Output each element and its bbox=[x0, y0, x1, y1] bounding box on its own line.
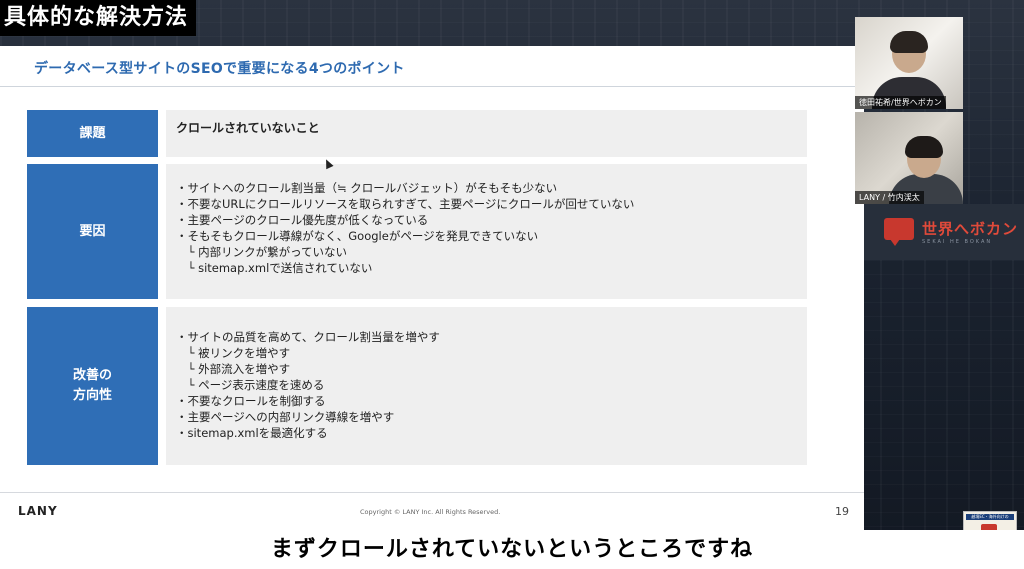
row-line: クロールされていないこと bbox=[176, 121, 320, 135]
row-line: └ 内部リンクが繋がっていない bbox=[176, 245, 348, 259]
row-line: ・主要ページへの内部リンク導線を増やす bbox=[176, 410, 395, 424]
promo-heading: 越境EC・海外向けの bbox=[966, 514, 1014, 520]
participant-tile[interactable]: 徳田祐希/世界へボカン bbox=[855, 17, 963, 109]
slide-page-number: 19 bbox=[835, 505, 849, 518]
title-divider bbox=[0, 86, 864, 87]
row-line: └ sitemap.xmlで送信されていない bbox=[176, 261, 373, 275]
participant-tile[interactable]: LANY / 竹内渓太 bbox=[855, 112, 963, 204]
slide-copyright: Copyright © LANY Inc. All Rights Reserve… bbox=[360, 508, 501, 516]
row-body: ・サイトへのクロール割当量（≒ クロールバジェット）がそもそも少ない ・不要なU… bbox=[166, 164, 807, 299]
row-body: クロールされていないこと bbox=[166, 110, 807, 157]
row-label: 改善の 方向性 bbox=[27, 307, 158, 465]
participant-name: LANY / 竹内渓太 bbox=[855, 191, 924, 204]
row-line: ・sitemap.xmlを最適化する bbox=[176, 426, 328, 440]
slide-brand: LANY bbox=[18, 504, 58, 518]
row-line: ・不要なURLにクロールリソースを取られすぎて、主要ページにクロールが回せていな… bbox=[176, 197, 635, 211]
row-line: ・不要なクロールを制御する bbox=[176, 394, 326, 408]
corner-label: 具体的な解決方法 bbox=[0, 0, 197, 36]
row-label: 課題 bbox=[27, 110, 158, 157]
row-line: ・主要ページのクロール優先度が低くなっている bbox=[176, 213, 429, 227]
presentation-slide: データベース型サイトのSEOで重要になる4つのポイント 課題 クロールされていな… bbox=[0, 46, 864, 530]
participant-hair bbox=[890, 31, 928, 53]
row-line: ・サイトへのクロール割当量（≒ クロールバジェット）がそもそも少ない bbox=[176, 181, 558, 195]
participant-name: 徳田祐希/世界へボカン bbox=[855, 96, 946, 109]
row-line: ・そもそもクロール導線がなく、Googleがページを発見できていない bbox=[176, 229, 539, 243]
speech-bubble-logo-icon bbox=[884, 218, 914, 246]
row-line: ・サイトの品質を高めて、クロール割当量を増やす bbox=[176, 330, 440, 344]
row-line: └ 被リンクを増やす bbox=[176, 346, 291, 360]
row-body: ・サイトの品質を高めて、クロール割当量を増やす └ 被リンクを増やす └ 外部流… bbox=[166, 307, 807, 465]
channel-brand-panel: 世界へボカン SEKAI HE BOKAN bbox=[864, 204, 1024, 260]
row-line: └ 外部流入を増やす bbox=[176, 362, 291, 376]
row-line: └ ページ表示速度を速める bbox=[176, 378, 325, 392]
row-label: 要因 bbox=[27, 164, 158, 299]
caption-subtitle: まずクロールされていないというところですね bbox=[0, 530, 1024, 569]
slide-title: データベース型サイトのSEOで重要になる4つのポイント bbox=[34, 61, 405, 77]
participant-hair bbox=[905, 136, 943, 158]
channel-subtitle: SEKAI HE BOKAN bbox=[922, 239, 993, 245]
channel-name: 世界へボカン bbox=[922, 220, 1019, 238]
footer-divider bbox=[0, 492, 864, 493]
